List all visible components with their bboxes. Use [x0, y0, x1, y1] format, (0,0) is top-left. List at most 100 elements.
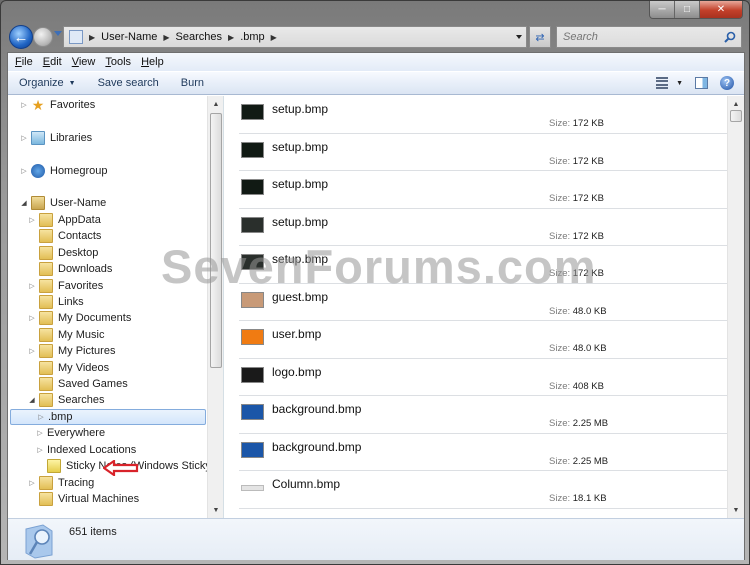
- tree-item-user-name[interactable]: ◢ User-Name: [20, 195, 106, 211]
- file-size: Size: 48.0 KB: [549, 343, 607, 354]
- breadcrumb-user-name[interactable]: User-Name: [101, 31, 157, 43]
- file-size: Size: 48.0 KB: [549, 306, 607, 317]
- menu-help[interactable]: Help: [141, 56, 164, 68]
- save-search-button[interactable]: Save search: [87, 72, 170, 94]
- preview-pane-icon[interactable]: [695, 77, 708, 89]
- back-button[interactable]: ←: [9, 25, 33, 49]
- file-row[interactable]: setup.bmp Size: 172 KB: [239, 96, 741, 134]
- size-label: Size:: [549, 118, 571, 129]
- scroll-up-icon[interactable]: ▲: [208, 96, 223, 112]
- tree-item-label: AppData: [58, 214, 101, 226]
- tree-item-searches[interactable]: ◢ Searches: [28, 392, 104, 408]
- expand-arrow-icon[interactable]: ▷: [28, 347, 36, 355]
- tree-item-everywhere[interactable]: ▷ Everywhere: [36, 425, 105, 441]
- tree-item-downloads[interactable]: Downloads: [28, 261, 112, 277]
- tree-item-my-music[interactable]: My Music: [28, 327, 104, 343]
- tree-item-libraries[interactable]: ▷ Libraries: [20, 130, 92, 146]
- tree-item-bmp[interactable]: ▷ .bmp: [10, 409, 206, 425]
- breadcrumb-separator-icon[interactable]: ▶: [163, 33, 169, 42]
- address-bar[interactable]: ▶ User-Name ▶ Searches ▶ .bmp ▶: [63, 26, 527, 48]
- expand-arrow-icon[interactable]: ▷: [37, 413, 45, 421]
- file-row[interactable]: background.bmp Size: 2.25 MB: [239, 434, 741, 471]
- menu-edit[interactable]: Edit: [43, 56, 62, 68]
- title-bar[interactable]: ─ □ ✕: [1, 1, 749, 21]
- breadcrumb-bmp[interactable]: .bmp: [240, 31, 264, 43]
- file-name: setup.bmp: [272, 177, 329, 191]
- tree-item-indexed-locations[interactable]: ▷ Indexed Locations: [36, 442, 136, 458]
- search-input[interactable]: [563, 29, 723, 45]
- tree-item-desktop[interactable]: Desktop: [28, 245, 98, 261]
- file-list-scrollbar[interactable]: ▲ ▼: [727, 96, 744, 518]
- maximize-button[interactable]: □: [675, 1, 700, 18]
- file-row[interactable]: background.bmp Size: 2.25 MB: [239, 396, 741, 434]
- expand-arrow-icon[interactable]: ▷: [20, 101, 28, 109]
- expand-arrow-icon[interactable]: ▷: [28, 479, 36, 487]
- file-row[interactable]: user.bmp Size: 48.0 KB: [239, 321, 741, 359]
- size-value: 172 KB: [572, 268, 604, 279]
- breadcrumb-separator-icon[interactable]: ▶: [89, 33, 95, 42]
- collapse-arrow-icon[interactable]: ◢: [28, 396, 36, 404]
- file-row[interactable]: guest.bmp Size: 48.0 KB: [239, 284, 741, 321]
- scroll-down-icon[interactable]: ▼: [728, 502, 744, 518]
- expand-arrow-icon[interactable]: ▷: [20, 134, 28, 142]
- image-thumbnail-icon: [241, 366, 264, 383]
- tree-item-my-videos[interactable]: My Videos: [28, 360, 109, 376]
- tree-item-links[interactable]: Links: [28, 294, 84, 310]
- tree-item-appdata[interactable]: ▷ AppData: [28, 212, 101, 228]
- back-arrow-icon: ←: [13, 28, 29, 46]
- collapse-arrow-icon[interactable]: ◢: [20, 199, 28, 207]
- menu-file[interactable]: File: [15, 56, 33, 68]
- image-thumbnail-icon: [241, 254, 264, 270]
- navigation-pane-scrollbar[interactable]: ▲ ▼: [207, 96, 223, 518]
- tree-item-saved-games[interactable]: Saved Games: [28, 376, 128, 392]
- expand-arrow-icon[interactable]: ▷: [28, 216, 36, 224]
- tree-item-favorites[interactable]: ▷ Favorites: [28, 278, 103, 294]
- file-row[interactable]: Column.bmp Size: 18.1 KB: [239, 471, 741, 509]
- organize-button[interactable]: Organize ▼: [8, 72, 87, 94]
- tree-item-contacts[interactable]: Contacts: [28, 228, 101, 244]
- expand-arrow-icon[interactable]: ▷: [28, 314, 36, 322]
- menu-tools[interactable]: Tools: [105, 56, 131, 68]
- search-box[interactable]: [556, 26, 742, 48]
- minimize-button[interactable]: ─: [650, 1, 675, 18]
- burn-button[interactable]: Burn: [170, 72, 215, 94]
- file-row[interactable]: setup.bmp Size: 172 KB: [239, 246, 741, 284]
- folder-icon: [39, 295, 53, 309]
- breadcrumb-separator-icon[interactable]: ▶: [228, 33, 234, 42]
- recent-pages-dropdown[interactable]: [54, 31, 62, 36]
- forward-button[interactable]: [33, 27, 53, 47]
- breadcrumb-separator-icon[interactable]: ▶: [271, 33, 277, 42]
- navigation-pane: Virtual Machines ▷ Tracing Sticky Notes (Wi…: [8, 96, 224, 518]
- close-button[interactable]: ✕: [700, 1, 742, 18]
- file-size: Size: 2.25 MB: [549, 456, 608, 467]
- tree-item-homegroup[interactable]: ▷ Homegroup: [20, 163, 107, 179]
- scrollbar-thumb[interactable]: [730, 110, 742, 122]
- tree-item-favorites[interactable]: ▷ ★ Favorites: [20, 97, 95, 113]
- file-row[interactable]: setup.bmp Size: 172 KB: [239, 209, 741, 246]
- tree-item-virtual-machines[interactable]: Virtual Machines: [28, 491, 139, 507]
- expand-arrow-icon[interactable]: ▷: [36, 446, 44, 454]
- file-row[interactable]: setup.bmp Size: 172 KB: [239, 134, 741, 171]
- tree-item-my-pictures[interactable]: ▷ My Pictures: [28, 343, 115, 359]
- size-label: Size:: [549, 268, 571, 279]
- scroll-down-icon[interactable]: ▼: [208, 502, 223, 518]
- refresh-button[interactable]: ⇄: [529, 26, 551, 48]
- scrollbar-thumb[interactable]: [210, 113, 222, 368]
- size-value: 172 KB: [572, 193, 604, 204]
- help-icon[interactable]: ?: [720, 76, 734, 90]
- folder-icon: [39, 361, 53, 375]
- tree-item-my-documents[interactable]: ▷ My Documents: [28, 310, 131, 326]
- address-history-dropdown[interactable]: [516, 35, 522, 39]
- tree-item-tracing[interactable]: ▷ Tracing: [28, 475, 94, 491]
- breadcrumb-searches[interactable]: Searches: [176, 31, 222, 43]
- menu-view[interactable]: View: [72, 56, 96, 68]
- expand-arrow-icon[interactable]: ▷: [20, 167, 28, 175]
- change-view-icon[interactable]: [656, 77, 669, 89]
- expand-arrow-icon[interactable]: ▷: [28, 282, 36, 290]
- file-row[interactable]: setup.bmp Size: 172 KB: [239, 171, 741, 209]
- file-row[interactable]: logo.bmp Size: 408 KB: [239, 359, 741, 396]
- file-size: Size: 408 KB: [549, 381, 604, 392]
- expand-arrow-icon[interactable]: ▷: [36, 429, 44, 437]
- view-options-dropdown[interactable]: ▼: [676, 80, 683, 87]
- search-icon[interactable]: [723, 30, 737, 44]
